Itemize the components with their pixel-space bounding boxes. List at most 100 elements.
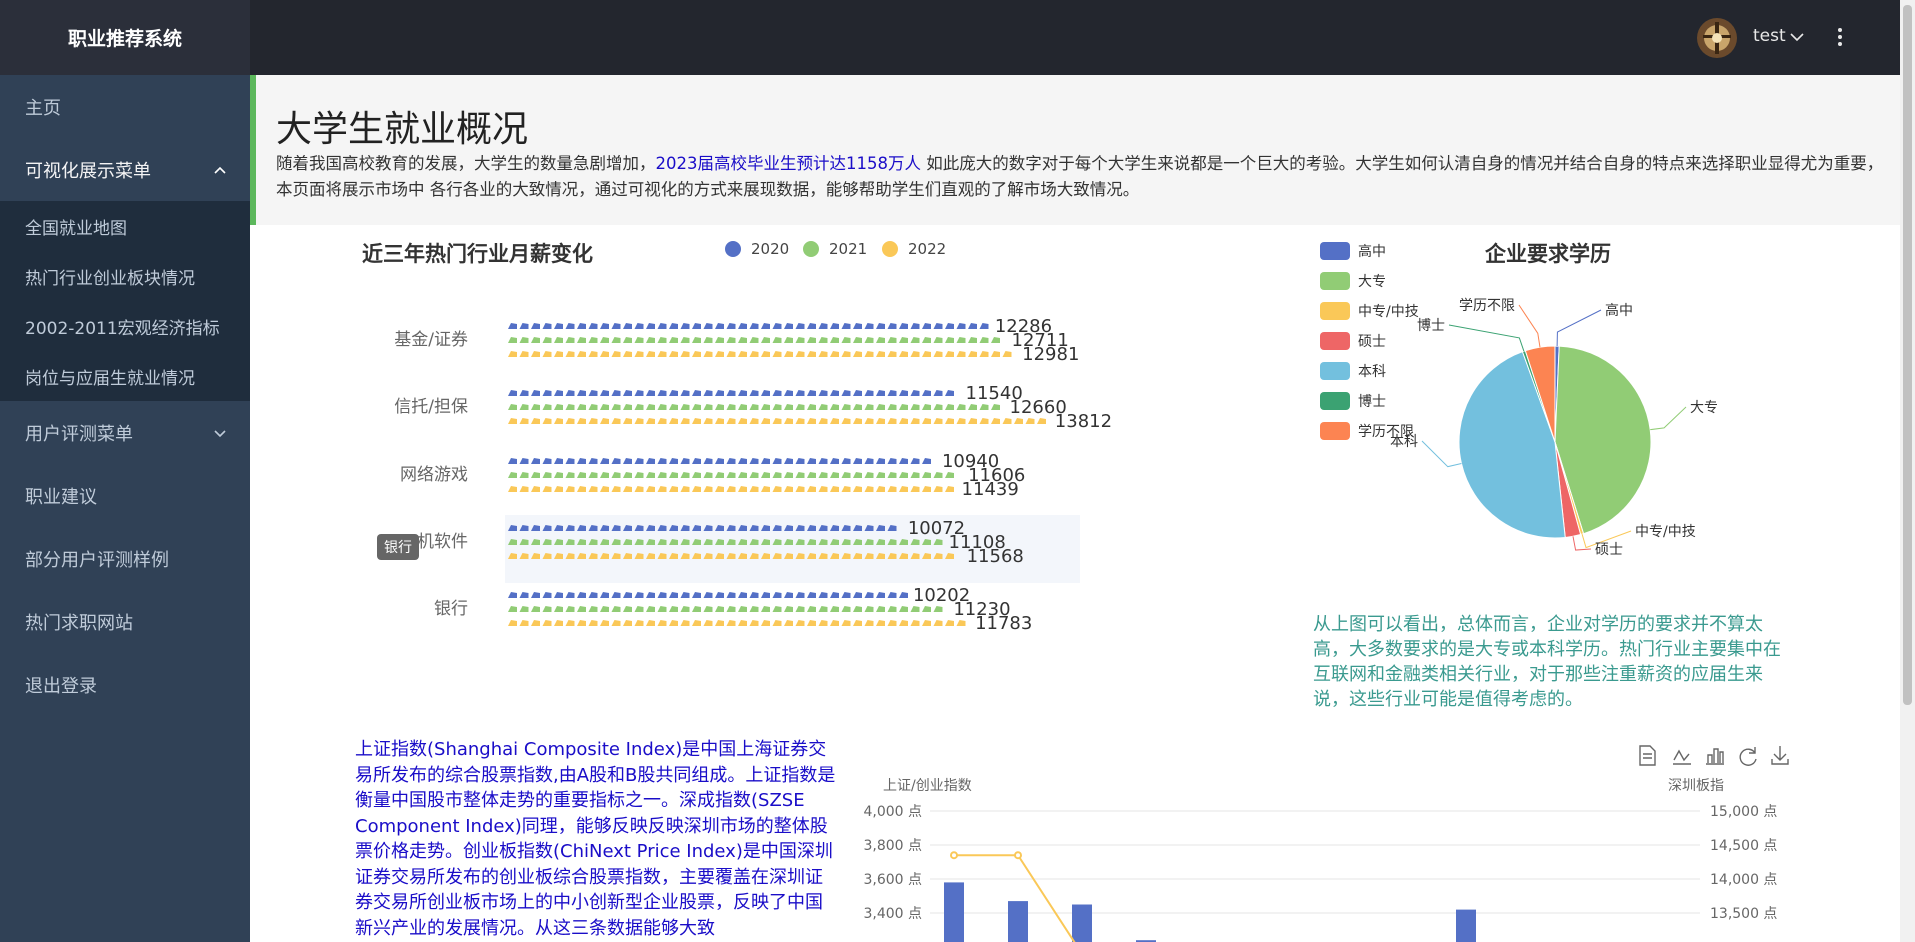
sidebar-item-graduate-jobs[interactable]: 岗位与应届生就业情况 [0, 351, 250, 401]
index-chart: 上证/创业指数 深圳板指 4,000 点 15,000 点 3,800 点 14,500 … [863, 745, 1789, 942]
pie-legend-item[interactable]: 硕士 [1320, 331, 1386, 351]
pie-label: 博士 [1417, 317, 1445, 334]
bar-symbol [680, 472, 690, 478]
pie-label: 中专/中技 [1635, 524, 1696, 540]
bar-symbol [853, 458, 862, 464]
more-vertical-icon[interactable] [1835, 26, 1845, 48]
sidebar-item-home[interactable]: 主页 [0, 75, 250, 138]
bar-symbol [979, 404, 989, 410]
bar-symbol [611, 620, 621, 626]
bar-symbol [657, 620, 667, 626]
sidebar-item-logout[interactable]: 退出登录 [0, 653, 250, 716]
sidebar-item-sample-assessments[interactable]: 部分用户评测样例 [0, 527, 250, 590]
bar-symbol [715, 620, 724, 626]
bar-symbol [623, 458, 632, 464]
pie-legend-item[interactable]: 高中 [1320, 241, 1386, 261]
bar-symbol [531, 592, 540, 598]
sidebar-item-employment-map[interactable]: 全国就业地图 [0, 201, 250, 251]
username[interactable]: test [1753, 26, 1786, 46]
bar-symbol [899, 390, 908, 396]
bar-symbol [646, 472, 655, 478]
bar-symbol [669, 418, 678, 424]
bar-symbol [600, 486, 609, 492]
bar-symbol [876, 592, 885, 598]
bar-symbol [542, 606, 552, 612]
bar-symbol [807, 390, 816, 396]
data-label: 11439 [962, 479, 1019, 500]
legend-item-2021[interactable]: 2021 [803, 240, 867, 258]
bar-symbol [876, 351, 885, 357]
sidebar-item-job-sites[interactable]: 热门求职网站 [0, 590, 250, 653]
bar-symbol [738, 337, 747, 343]
bar-symbol [531, 404, 540, 410]
pie-legend-item[interactable]: 本科 [1320, 361, 1386, 381]
bar-symbol [519, 486, 529, 492]
bar-symbol [853, 472, 862, 478]
bar-symbol [715, 606, 724, 612]
bar-symbol [634, 351, 644, 357]
data-label: 11568 [967, 546, 1024, 567]
sidebar-item-career-advice[interactable]: 职业建议 [0, 464, 250, 527]
sidebar-item-visualization[interactable]: 可视化展示菜单 [0, 138, 250, 201]
bar-symbol [680, 592, 690, 598]
sidebar-item-macro-economy[interactable]: 2002-2011宏观经济指标 [0, 301, 250, 351]
bar-symbol [519, 351, 529, 357]
bar-symbol [876, 606, 885, 612]
sidebar-item-hot-industry[interactable]: 热门行业创业板块情况 [0, 251, 250, 301]
bar-symbol [531, 418, 540, 424]
bar-symbol [887, 458, 897, 464]
bar-symbol [784, 620, 793, 626]
bar-symbol [726, 351, 736, 357]
bar-symbol [933, 418, 943, 424]
legend-item-2020[interactable]: 2020 [725, 240, 789, 258]
bar-symbol [807, 337, 816, 343]
scrollbar-thumb[interactable] [1903, 5, 1912, 705]
bar-symbol [1002, 351, 1012, 357]
bar-2020-1 [508, 390, 954, 396]
avatar[interactable] [1697, 18, 1737, 58]
pie-legend-item[interactable]: 大专 [1320, 271, 1386, 291]
bar-symbol [922, 458, 931, 464]
data-label: 11783 [975, 613, 1032, 634]
bar-symbol [772, 472, 782, 478]
legend-swatch [1320, 362, 1350, 380]
bar-symbol [933, 486, 943, 492]
bar-symbol [600, 404, 609, 410]
bar-symbol [726, 390, 736, 396]
bar-symbol [726, 337, 736, 343]
bar-symbol [577, 351, 586, 357]
bar-symbol [761, 404, 770, 410]
bar-symbol [565, 323, 575, 329]
chevron-down-icon[interactable] [1790, 31, 1804, 43]
bar-symbol [657, 592, 667, 598]
pie-label: 本科 [1390, 434, 1418, 450]
bar-symbol [588, 592, 598, 598]
bar-symbol [922, 337, 931, 343]
bar-symbol [588, 458, 598, 464]
bar-symbol [818, 351, 828, 357]
bar-symbol [692, 606, 701, 612]
bar-symbol [818, 337, 828, 343]
bar-symbol [772, 592, 782, 598]
bar-symbol [749, 351, 759, 357]
bar-symbol [1037, 418, 1046, 424]
pie-legend-item[interactable]: 博士 [1320, 391, 1386, 411]
bar-symbol [554, 418, 563, 424]
bar-symbol [657, 418, 667, 424]
bar-symbol [715, 418, 724, 424]
bar-symbol [830, 390, 839, 396]
bar-symbol [611, 592, 621, 598]
bar-2021-1 [508, 404, 1000, 410]
sidebar-item-user-assessment[interactable]: 用户评测菜单 [0, 401, 250, 464]
legend-item-2022[interactable]: 2022 [882, 240, 946, 258]
bar-2022-4 [508, 620, 966, 626]
bar-symbol [899, 620, 908, 626]
bar-symbol [565, 620, 575, 626]
bar-symbol [830, 472, 839, 478]
tick-label-left: 3,400 点 [863, 906, 922, 922]
page-scrollbar[interactable] [1900, 0, 1915, 942]
bar-symbol [772, 390, 782, 396]
bar-symbol [726, 472, 736, 478]
bar-symbol [669, 351, 678, 357]
bar-symbol [519, 418, 529, 424]
